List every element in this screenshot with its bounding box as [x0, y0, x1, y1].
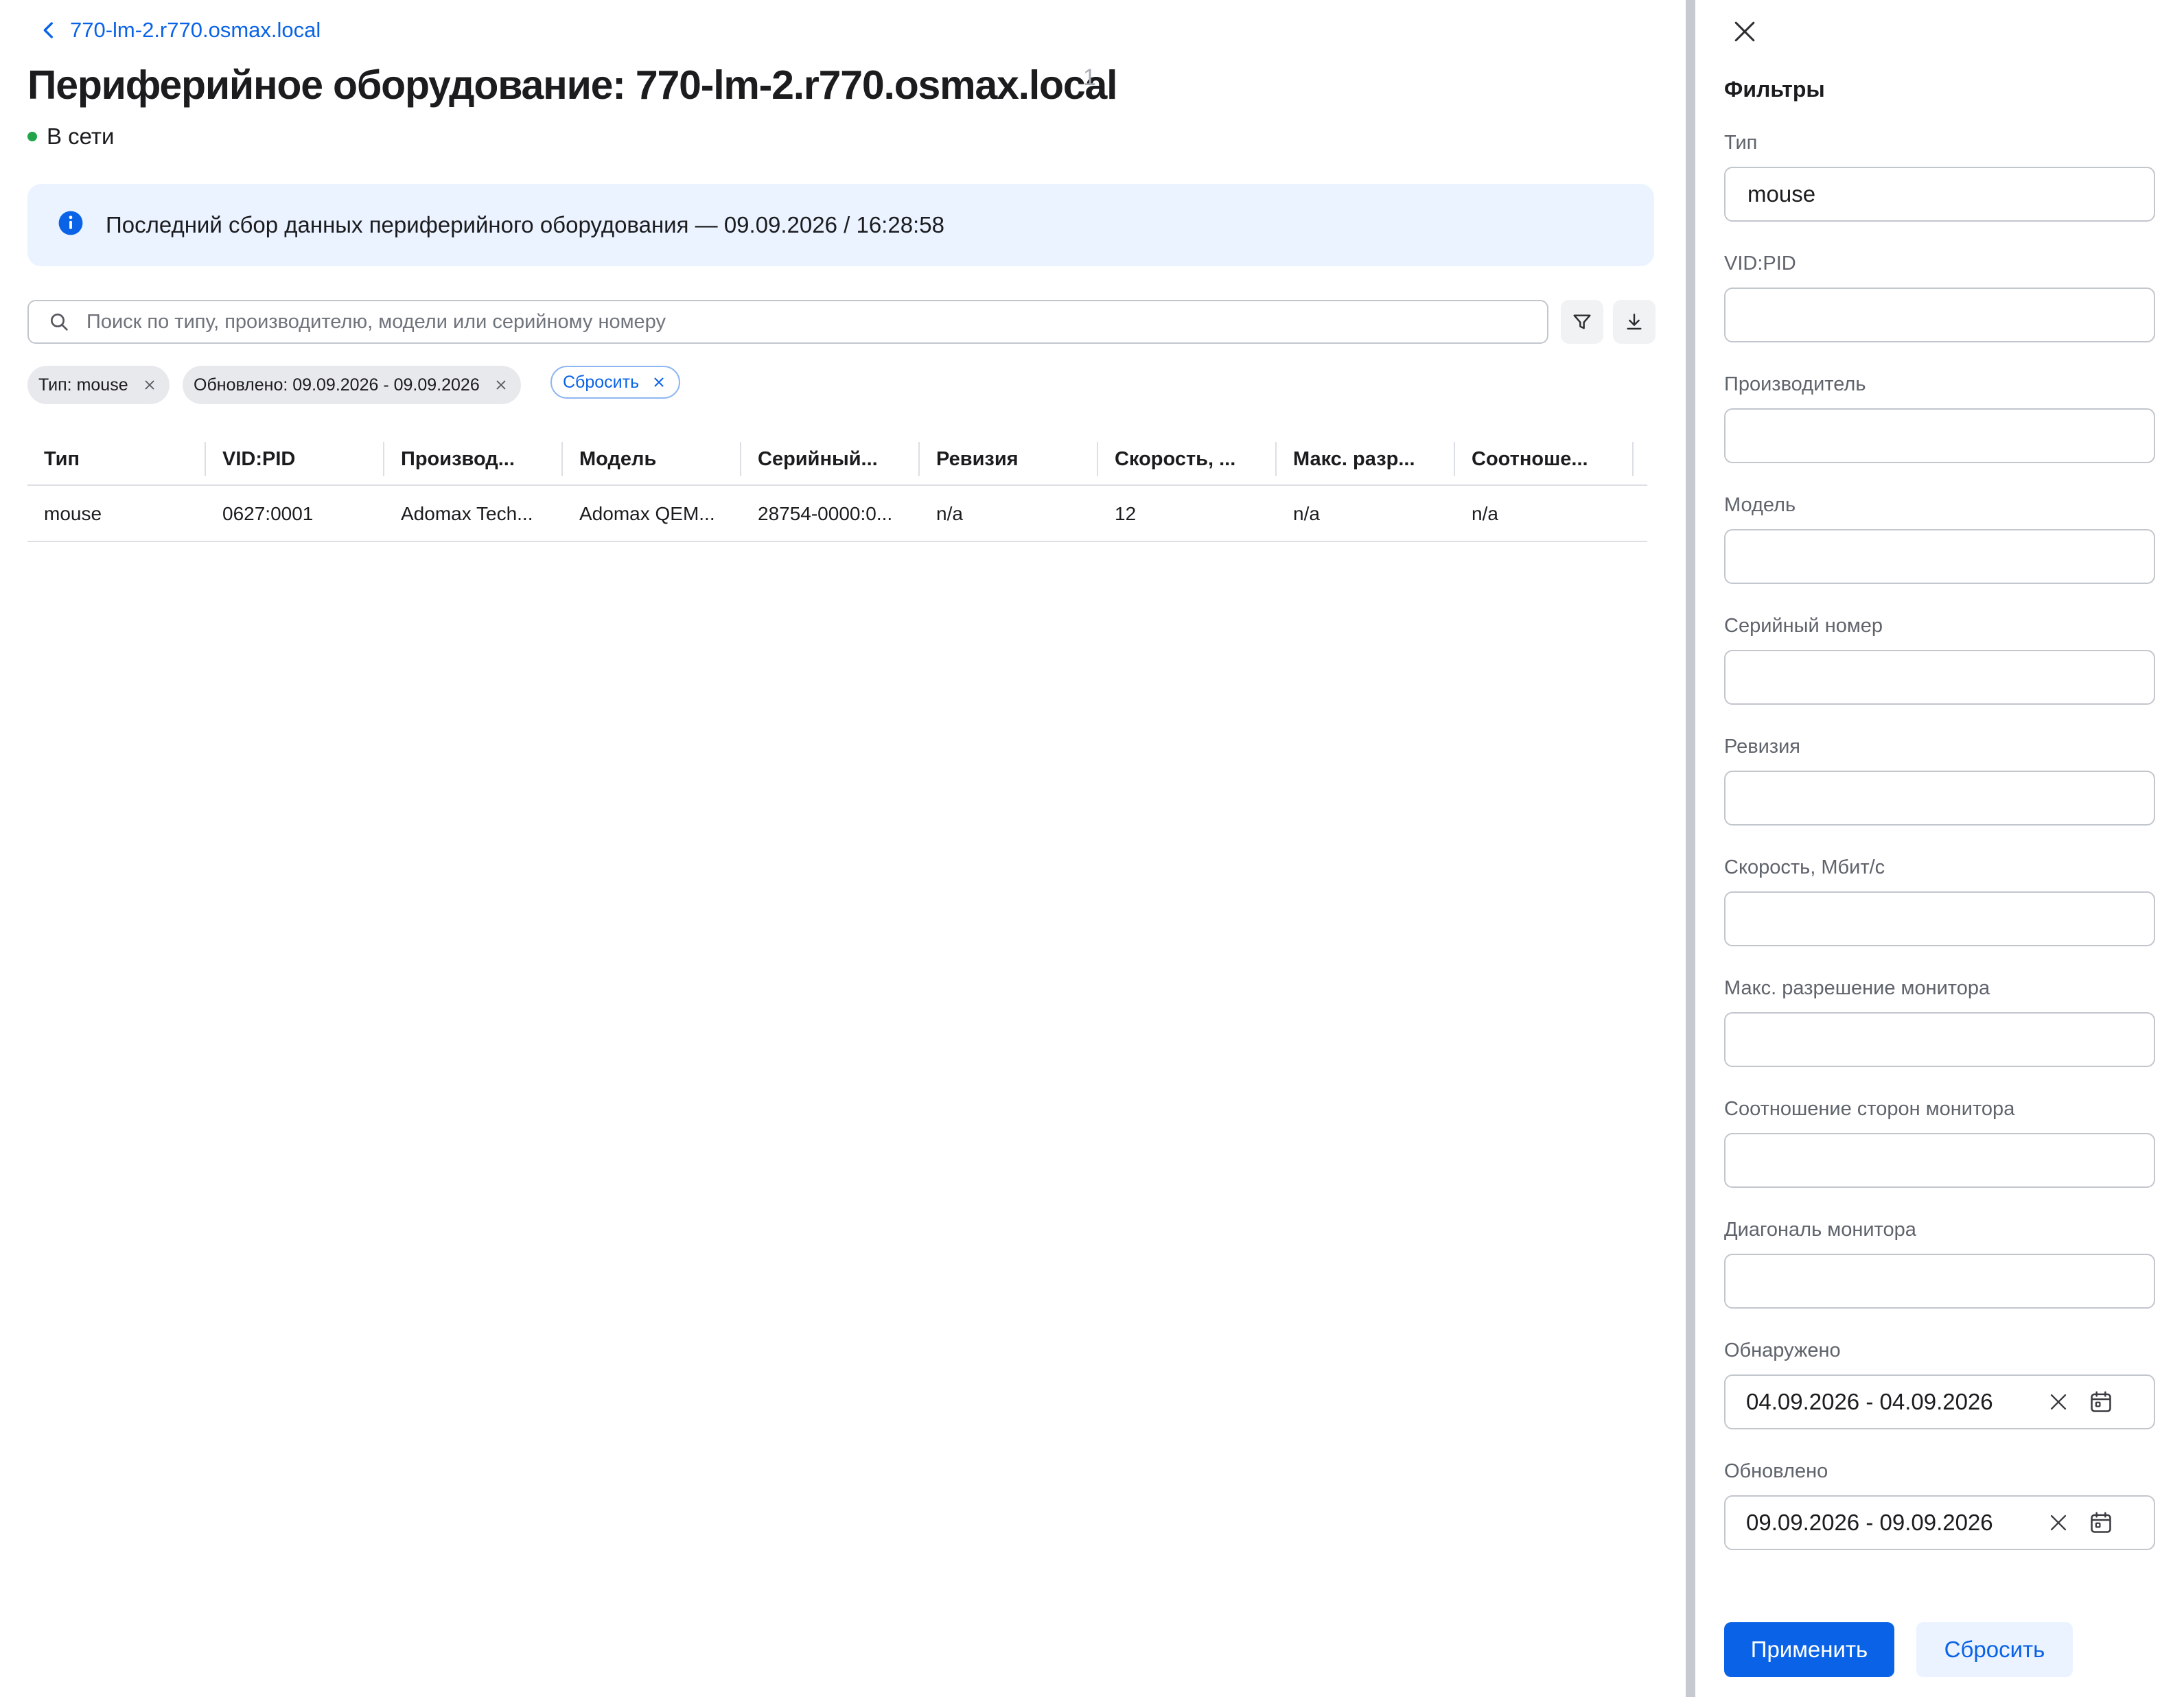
- column-header-model[interactable]: Модель: [579, 432, 737, 486]
- column-header-speed[interactable]: Скорость, ...: [1115, 432, 1273, 486]
- filter-field-revision: [1724, 771, 2155, 826]
- back-link-label: 770-lm-2.r770.osmax.local: [70, 18, 321, 42]
- filter-date-updated-value: 09.09.2026 - 09.09.2026: [1746, 1510, 1993, 1535]
- table-header: Тип VID:PID Производ... Модель Серийный.…: [27, 432, 1647, 486]
- filter-label-model: Модель: [1724, 494, 1796, 516]
- filter-chip-updated-label: Обновлено: 09.09.2026 - 09.09.2026: [194, 375, 480, 395]
- cell-speed: 12: [1115, 503, 1137, 524]
- filter-input-manufacturer[interactable]: [1746, 422, 2130, 449]
- column-header-type[interactable]: Тип: [44, 432, 202, 486]
- clear-icon[interactable]: [2047, 1511, 2070, 1534]
- filter-field-model: [1724, 529, 2155, 584]
- filter-field-speed: [1724, 891, 2155, 946]
- filter-field-manufacturer: [1724, 408, 2155, 463]
- filter-label-max-resolution: Макс. разрешение монитора: [1724, 977, 1990, 999]
- calendar-icon[interactable]: [2088, 1389, 2114, 1415]
- column-header-aspect-ratio[interactable]: Соотноше...: [1472, 432, 1629, 486]
- filter-field-max-resolution: [1724, 1012, 2155, 1067]
- status-label: В сети: [47, 124, 115, 149]
- filter-field-diagonal: [1724, 1254, 2155, 1309]
- panel-divider[interactable]: [1686, 0, 1695, 1697]
- filter-label-diagonal: Диагональ монитора: [1724, 1219, 1916, 1241]
- filter-input-diagonal[interactable]: [1746, 1267, 2130, 1295]
- cell-revision: n/a: [936, 503, 963, 524]
- filter-input-revision[interactable]: [1746, 784, 2130, 812]
- filter-input-speed[interactable]: [1746, 905, 2130, 933]
- close-icon[interactable]: [142, 377, 157, 393]
- page-title: Периферийное оборудование: 770-lm-2.r770…: [27, 62, 1117, 108]
- info-icon: [58, 211, 83, 235]
- filter-chip-type-label: Тип: mouse: [38, 375, 128, 395]
- column-header-revision[interactable]: Ревизия: [936, 432, 1094, 486]
- cell-max-resolution: n/a: [1293, 503, 1320, 524]
- filter-input-serial[interactable]: [1746, 664, 2130, 691]
- filter-field-vid-pid: [1724, 288, 2155, 342]
- cell-serial: 28754-0000:0...: [758, 503, 893, 524]
- chevron-left-icon: [43, 22, 53, 38]
- filter-label-speed: Скорость, Мбит/с: [1724, 856, 1885, 878]
- filter-date-detected-value: 04.09.2026 - 04.09.2026: [1746, 1389, 1993, 1414]
- filter-label-revision: Ревизия: [1724, 736, 1801, 758]
- cell-model: Adomax QEM...: [579, 503, 715, 524]
- clear-icon[interactable]: [2047, 1390, 2070, 1414]
- search-box: [27, 300, 1548, 344]
- filter-chip-updated: Обновлено: 09.09.2026 - 09.09.2026: [183, 366, 521, 404]
- filter-label-type: Тип: [1724, 132, 1758, 154]
- reset-filters-chip[interactable]: Сбросить: [550, 366, 681, 399]
- filter-label-detected: Обнаружено: [1724, 1339, 1841, 1361]
- close-icon[interactable]: [493, 377, 509, 393]
- search-input[interactable]: [85, 309, 1526, 334]
- column-header-manufacturer[interactable]: Производ...: [401, 432, 559, 486]
- filters-title: Фильтры: [1724, 77, 1825, 102]
- reset-filters-chip-label: Сбросить: [563, 372, 640, 392]
- filter-icon: [1573, 314, 1591, 329]
- cell-vid-pid: 0627:0001: [222, 503, 314, 524]
- filter-field-serial: [1724, 650, 2155, 705]
- filter-label-manufacturer: Производитель: [1724, 373, 1866, 395]
- filter-label-serial: Серийный номер: [1724, 615, 1883, 637]
- calendar-icon[interactable]: [2088, 1510, 2114, 1536]
- close-icon: [654, 377, 664, 387]
- cell-type: mouse: [44, 503, 102, 524]
- filter-field-aspect-ratio: [1724, 1133, 2155, 1188]
- column-header-vid-pid[interactable]: VID:PID: [222, 432, 380, 486]
- cell-aspect-ratio: n/a: [1472, 503, 1498, 524]
- filter-input-max-resolution[interactable]: [1746, 1026, 2130, 1053]
- filter-input-type[interactable]: [1746, 180, 2130, 208]
- reset-button[interactable]: Сбросить: [1916, 1622, 2073, 1677]
- column-header-serial[interactable]: Серийный...: [758, 432, 916, 486]
- filter-chip-type: Тип: mouse: [27, 366, 170, 404]
- download-icon: [1627, 314, 1642, 330]
- title-count: 1: [1083, 65, 1096, 91]
- table-row[interactable]: mouse 0627:0001 Adomax Tech... Adomax QE…: [27, 486, 1647, 542]
- peripherals-table: Тип VID:PID Производ... Модель Серийный.…: [27, 432, 1647, 542]
- filter-input-vid-pid[interactable]: [1746, 301, 2130, 329]
- filter-label-updated: Обновлено: [1724, 1460, 1828, 1482]
- status-indicator: В сети: [27, 124, 114, 150]
- apply-button[interactable]: Применить: [1724, 1622, 1894, 1677]
- filter-button[interactable]: [1561, 300, 1603, 344]
- cell-manufacturer: Adomax Tech...: [401, 503, 533, 524]
- filter-input-model[interactable]: [1746, 543, 2130, 570]
- column-header-max-resolution[interactable]: Макс. разр...: [1293, 432, 1451, 486]
- info-banner: Последний сбор данных периферийного обор…: [27, 184, 1654, 266]
- back-link[interactable]: 770-lm-2.r770.osmax.local: [37, 18, 321, 43]
- filter-input-aspect-ratio[interactable]: [1746, 1147, 2130, 1174]
- filter-label-aspect-ratio: Соотношение сторон монитора: [1724, 1098, 2015, 1120]
- info-text: Последний сбор данных периферийного обор…: [106, 212, 944, 237]
- search-icon: [51, 314, 68, 331]
- download-button[interactable]: [1613, 300, 1656, 344]
- close-icon[interactable]: [1730, 16, 1760, 47]
- filter-label-vid-pid: VID:PID: [1724, 253, 1796, 274]
- filter-date-detected[interactable]: 04.09.2026 - 04.09.2026: [1724, 1374, 2155, 1429]
- filter-date-updated[interactable]: 09.09.2026 - 09.09.2026: [1724, 1495, 2155, 1550]
- filter-field-type: [1724, 167, 2155, 222]
- online-dot-icon: [27, 132, 37, 141]
